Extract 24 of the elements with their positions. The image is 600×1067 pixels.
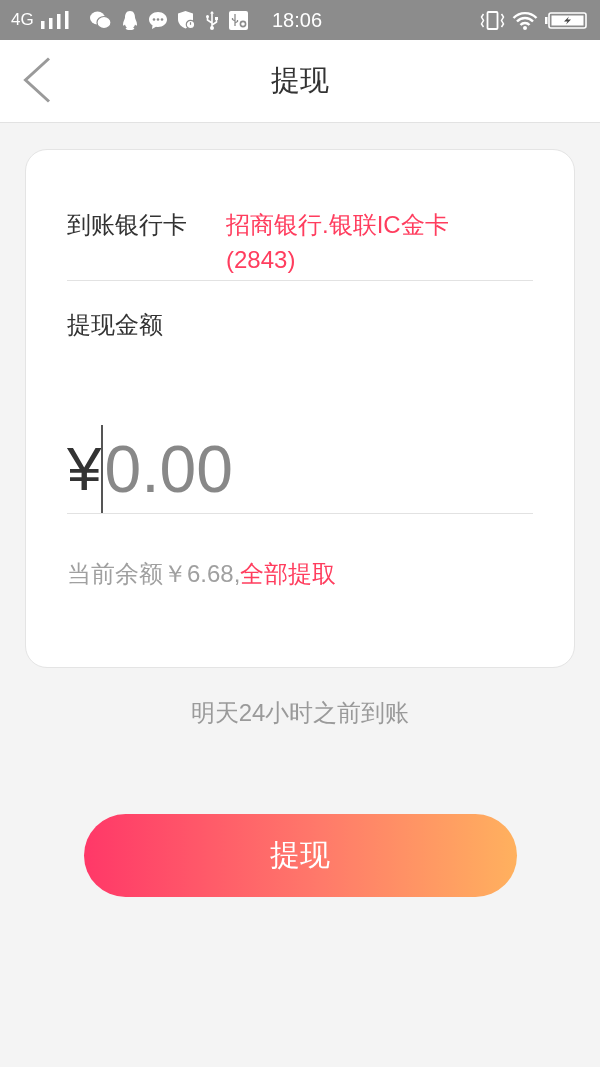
bank-card-label: 到账银行卡 [67, 210, 188, 240]
vibrate-icon [480, 10, 505, 30]
battery-icon [545, 11, 587, 29]
message-icon [148, 11, 167, 29]
back-button[interactable] [23, 57, 51, 103]
currency-symbol: ¥ [67, 438, 102, 500]
shield-icon [177, 11, 195, 29]
penguin-icon [121, 10, 138, 30]
chat-bubbles-icon [89, 11, 111, 29]
balance-text: 当前余额￥6.68, [67, 559, 241, 589]
amount-input[interactable]: 0.00 [101, 425, 533, 513]
bank-card-value[interactable]: 招商银行.银联IC金卡(2843) [226, 207, 486, 277]
page-title: 提现 [271, 63, 329, 98]
withdraw-button[interactable]: 提现 [83, 814, 517, 897]
usb-icon [205, 10, 218, 30]
signal-icon [40, 11, 72, 29]
amount-label: 提现金额 [67, 310, 163, 340]
withdraw-all-link[interactable]: 全部提取 [240, 556, 337, 591]
network-type-label: 4G [11, 10, 34, 30]
clock-time: 18:06 [272, 9, 323, 32]
usb-gear-icon [228, 10, 248, 30]
arrival-note: 明天24小时之前到账 [190, 698, 410, 728]
back-chevron-icon [23, 57, 51, 103]
wifi-icon [512, 10, 538, 30]
